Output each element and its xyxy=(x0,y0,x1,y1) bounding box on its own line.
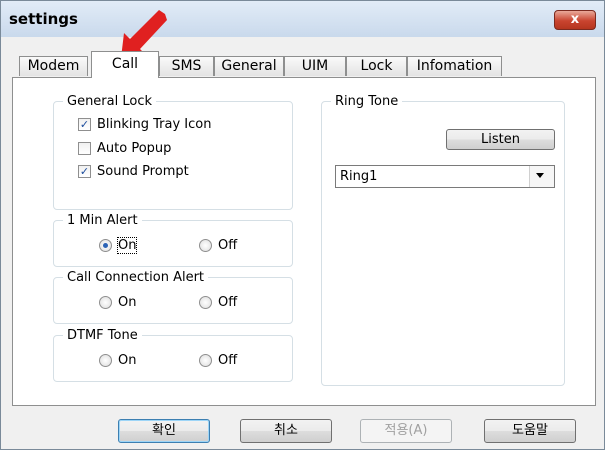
ring-tone-select[interactable]: Ring1 xyxy=(335,165,555,188)
window-title: settings xyxy=(9,10,78,28)
dtmf-tone-off-label[interactable]: Off xyxy=(218,353,237,368)
min-alert-group: 1 Min Alert On Off xyxy=(53,213,293,267)
blinking-tray-icon-checkbox[interactable]: ✓ xyxy=(78,118,91,131)
auto-popup-label[interactable]: Auto Popup xyxy=(97,141,171,156)
apply-button[interactable]: 적용(A) xyxy=(360,419,452,443)
call-connection-alert-on-radio[interactable] xyxy=(99,296,112,309)
close-button[interactable]: x xyxy=(554,10,596,30)
radio-selected-dot xyxy=(103,243,108,248)
tab-infomation[interactable]: Infomation xyxy=(407,56,502,76)
auto-popup-checkbox[interactable] xyxy=(78,142,91,155)
tab-sms[interactable]: SMS xyxy=(159,56,214,76)
call-connection-alert-off-label[interactable]: Off xyxy=(218,295,237,310)
call-connection-alert-label: Call Connection Alert xyxy=(63,270,209,285)
ring-tone-group: Ring Tone Listen Ring1 xyxy=(321,94,565,386)
ok-button[interactable]: 확인 xyxy=(118,419,210,443)
min-alert-off-label[interactable]: Off xyxy=(218,238,237,253)
help-button[interactable]: 도움말 xyxy=(484,419,576,443)
dtmf-tone-on-label[interactable]: On xyxy=(118,353,136,368)
general-lock-label: General Lock xyxy=(63,94,157,109)
listen-button[interactable]: Listen xyxy=(446,129,555,150)
min-alert-off-radio[interactable] xyxy=(199,239,212,252)
tab-uim[interactable]: UIM xyxy=(284,56,346,76)
tab-call[interactable]: Call xyxy=(91,51,159,78)
dtmf-tone-on-radio[interactable] xyxy=(99,354,112,367)
call-connection-alert-off-radio[interactable] xyxy=(199,296,212,309)
tab-general[interactable]: General xyxy=(214,56,284,76)
settings-window: settings x Modem Call SMS General UIM Lo… xyxy=(0,0,605,450)
chevron-down-icon xyxy=(536,173,544,178)
dtmf-tone-group: DTMF Tone On Off xyxy=(53,328,293,382)
tab-lock[interactable]: Lock xyxy=(346,56,407,76)
sound-prompt-label[interactable]: Sound Prompt xyxy=(97,164,189,179)
dropdown-button[interactable] xyxy=(529,166,554,187)
min-alert-label: 1 Min Alert xyxy=(63,213,142,228)
call-connection-alert-on-label[interactable]: On xyxy=(118,295,136,310)
dtmf-tone-label: DTMF Tone xyxy=(63,328,142,343)
cancel-button[interactable]: 취소 xyxy=(240,419,332,443)
blinking-tray-icon-label[interactable]: Blinking Tray Icon xyxy=(97,117,212,132)
call-connection-alert-group: Call Connection Alert On Off xyxy=(53,270,293,324)
checkmark-icon: ✓ xyxy=(79,118,90,131)
close-icon: x xyxy=(570,12,580,27)
call-tab-panel: General Lock ✓ Blinking Tray Icon Auto P… xyxy=(12,77,596,406)
ring-tone-selected-value: Ring1 xyxy=(340,169,378,184)
ring-tone-label: Ring Tone xyxy=(331,94,403,109)
checkmark-icon: ✓ xyxy=(79,165,90,178)
min-alert-on-radio[interactable] xyxy=(99,239,112,252)
title-bar[interactable]: settings x xyxy=(1,1,604,37)
min-alert-on-label[interactable]: On xyxy=(116,237,138,254)
general-lock-group: General Lock ✓ Blinking Tray Icon Auto P… xyxy=(53,94,293,210)
tab-modem[interactable]: Modem xyxy=(19,56,88,76)
dtmf-tone-off-radio[interactable] xyxy=(199,354,212,367)
sound-prompt-checkbox[interactable]: ✓ xyxy=(78,165,91,178)
